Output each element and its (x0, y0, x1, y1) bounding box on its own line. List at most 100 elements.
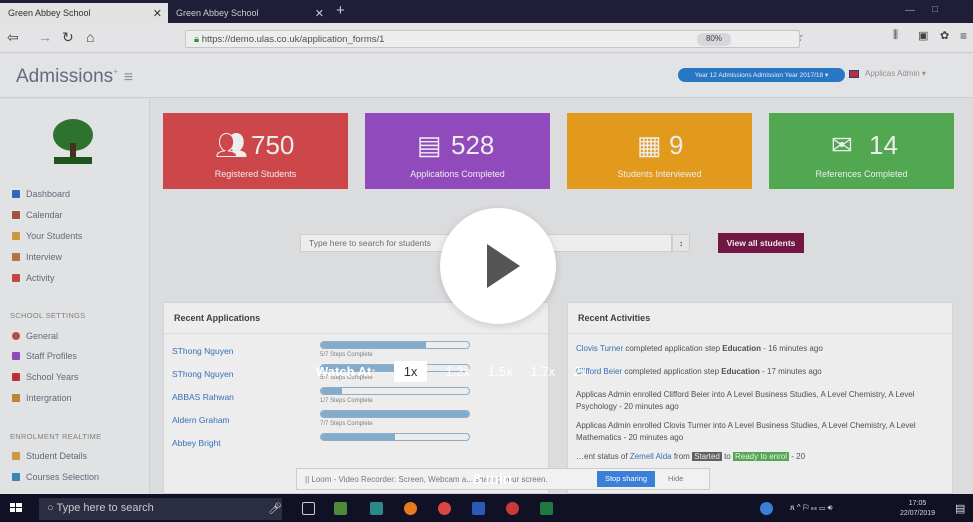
applicant-name-link[interactable]: SThong Nguyen (172, 369, 233, 379)
windows-start-icon[interactable] (8, 500, 24, 516)
microphone-icon[interactable]: 🎤︎ (268, 502, 282, 515)
applicant-name-link[interactable]: ABBAS Rahwan (172, 392, 234, 402)
library-icon[interactable]: ⫼ (893, 29, 898, 42)
system-tray-icons[interactable]: ጸ ^ ⚐ ☷ ▭ 🔊︎ (790, 503, 833, 513)
app-icon[interactable] (506, 502, 519, 515)
sidebar-item-interview[interactable]: Interview (12, 252, 62, 262)
stat-value: 528 (451, 130, 495, 160)
speed-option-selected[interactable]: 1x (393, 360, 428, 382)
calendar-icon (12, 473, 20, 481)
search-addon-icon[interactable]: ↕ (672, 234, 690, 252)
stop-sharing-button[interactable]: Stop sharing (597, 471, 655, 487)
sidebar-item-activity[interactable]: Activity (12, 273, 55, 283)
sidebar-item-general[interactable]: General (12, 331, 58, 341)
stat-label: References Completed (815, 169, 908, 179)
speed-option[interactable]: 1.2x (445, 364, 470, 379)
minimize-icon[interactable]: — (905, 5, 915, 16)
stat-label: Students Interviewed (617, 169, 702, 179)
applicant-name-link[interactable]: Abbey Bright (172, 438, 221, 448)
student-link[interactable]: Clovis Turner (576, 344, 623, 353)
sidebar-item-your-students[interactable]: Your Students (12, 231, 82, 241)
stat-card-registered[interactable]: 👥︎ 750 Registered Students (163, 113, 348, 189)
activity-text: - 20 (789, 452, 806, 461)
activity-step: Education (722, 344, 761, 353)
sidebar-icon[interactable]: ▣ (918, 29, 928, 42)
excel-icon[interactable] (540, 502, 553, 515)
speed-option[interactable]: 2x (573, 364, 587, 379)
sidebar-item-label: Dashboard (26, 189, 71, 199)
steps-complete: 7/7 Steps Complete (320, 421, 373, 427)
close-tab-icon[interactable]: ✕ (153, 7, 162, 20)
sidebar-item-staff-profiles[interactable]: Staff Profiles (12, 351, 77, 361)
close-tab-icon[interactable]: ✕ (315, 7, 324, 20)
uk-flag-icon[interactable] (849, 70, 859, 78)
back-icon[interactable]: ⇦ (7, 29, 19, 46)
user-menu[interactable]: Applicas Admin ▾ (865, 69, 926, 78)
year-selector-button[interactable]: Year 12 Admissions Admission Year 2017/1… (678, 68, 845, 82)
stat-card-references[interactable]: ✉ 14 References Completed (769, 113, 954, 189)
sidebar-item-label: Staff Profiles (26, 351, 77, 361)
speed-option[interactable]: 1.5x (488, 364, 513, 379)
app-icon[interactable] (370, 502, 383, 515)
zoom-level[interactable]: 80% (697, 33, 731, 46)
task-view-icon[interactable] (302, 502, 315, 515)
progress-fill (321, 388, 342, 394)
graduation-icon (12, 373, 20, 381)
app-icon[interactable] (334, 502, 347, 515)
students-icon (12, 452, 20, 460)
home-icon[interactable]: ⌂ (86, 29, 94, 45)
table-row[interactable]: Aldern Graham 7/7 Steps Complete (170, 410, 550, 432)
reload-icon[interactable]: ↻ (62, 29, 74, 46)
word-icon[interactable] (472, 502, 485, 515)
speed-option[interactable]: 1.7x (531, 364, 556, 379)
sidebar-item-label: Activity (26, 273, 55, 283)
help-icon[interactable] (760, 502, 773, 515)
stat-label: Applications Completed (410, 169, 505, 179)
activity-text: completed application step (622, 367, 722, 376)
chrome-icon[interactable] (438, 502, 451, 515)
applicant-name-link[interactable]: Aldern Graham (172, 415, 230, 425)
maximize-icon[interactable]: □ (932, 4, 938, 15)
sidebar-item-integration[interactable]: Intergration (12, 393, 72, 403)
firefox-icon[interactable] (404, 502, 417, 515)
hamburger-icon[interactable]: ≡ (124, 69, 133, 86)
sidebar-item-student-details[interactable]: Student Details (12, 451, 87, 461)
activity-icon (12, 274, 20, 282)
sidebar-item-calendar[interactable]: Calendar (12, 210, 63, 220)
url-text: https://demo.ulas.co.uk/application_form… (201, 34, 385, 45)
calendar-icon (12, 211, 20, 219)
sidebar-item-dashboard[interactable]: Dashboard (12, 189, 70, 199)
student-link[interactable]: Zemell Alda (630, 452, 672, 461)
envelope-icon: ✉ (831, 130, 853, 160)
stat-card-applications[interactable]: ▤ 528 Applications Completed (365, 113, 550, 189)
view-all-students-button[interactable]: View all students (718, 233, 804, 253)
calendar-grid-icon: ▦ (637, 130, 662, 160)
sidebar-item-courses-selection[interactable]: Courses Selection (12, 472, 99, 482)
applicant-name-link[interactable]: SThong Nguyen (172, 346, 233, 356)
hide-button[interactable]: Hide (668, 474, 683, 483)
play-button[interactable] (440, 208, 556, 324)
students-icon (12, 232, 20, 240)
activity-text: Applicas Admin enrolled Clifford Beier i… (576, 390, 915, 411)
sidebar-item-label: General (26, 331, 59, 341)
forward-icon[interactable]: → (38, 29, 52, 45)
new-tab-icon[interactable]: + (336, 2, 345, 19)
steps-complete: 1/7 Steps Complete (320, 398, 373, 404)
taskbar-clock[interactable]: 17:05 22/07/2019 (900, 499, 935, 519)
sidebar-item-school-years[interactable]: School Years (12, 372, 79, 382)
table-row[interactable]: Abbey Bright (170, 433, 550, 455)
playback-speed-selector: Watch At: 1x 1.2x 1.5x 1.7x 2x (316, 360, 587, 382)
progress-bar (320, 387, 470, 395)
extension-icon[interactable]: ✿ (940, 29, 949, 42)
stat-card-interviewed[interactable]: ▦ 9 Students Interviewed (567, 113, 752, 189)
taskbar-search[interactable]: ○ Type here to search (39, 498, 282, 520)
table-row[interactable]: ABBAS Rahwan 1/7 Steps Complete (170, 387, 550, 409)
sidebar-item-label: Student Details (26, 451, 88, 461)
stat-value: 14 (869, 130, 898, 160)
notifications-icon[interactable]: ▤ (955, 502, 965, 515)
browser-tab-active[interactable]: Green Abbey School ✕ (0, 3, 168, 23)
app-brand[interactable]: Admissions+ ≡ (16, 66, 133, 88)
menu-icon[interactable]: ≡ (960, 29, 967, 43)
activity-step: Education (721, 367, 760, 376)
browser-tab[interactable]: Green Abbey School ✕ (168, 3, 330, 23)
